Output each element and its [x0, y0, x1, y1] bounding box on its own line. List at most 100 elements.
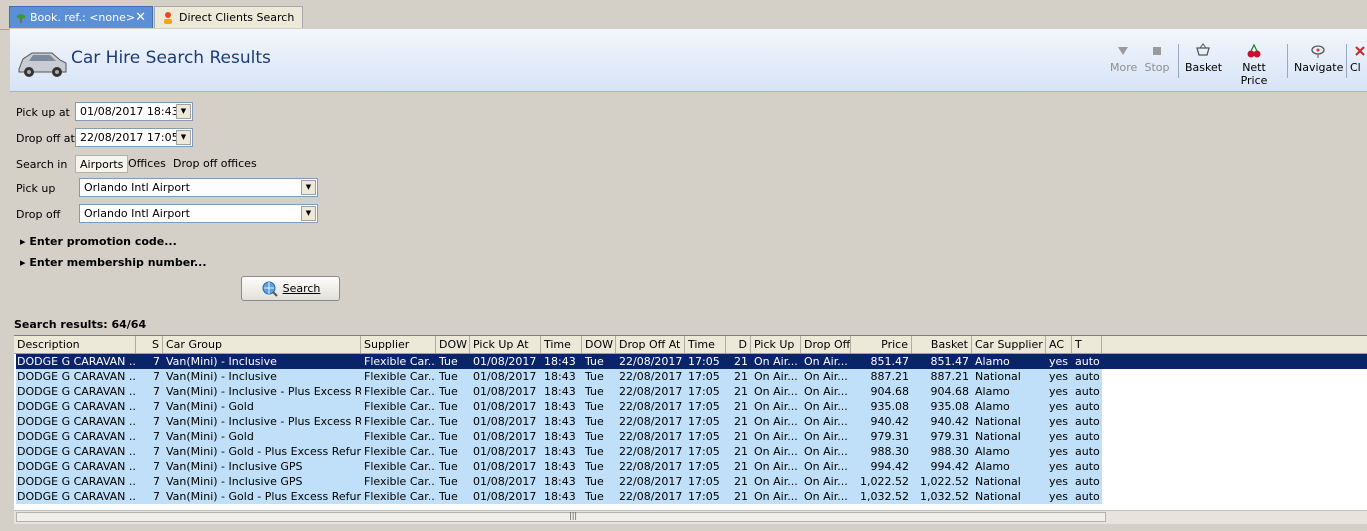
table-cell: Alamo [975, 445, 1010, 458]
table-cell: auto [1075, 370, 1100, 383]
table-cell: auto [1075, 430, 1100, 443]
table-cell: yes [1049, 460, 1069, 473]
basket-label: Basket [1185, 61, 1223, 74]
table-row[interactable]: DODGE G CARAVAN ... 7 Van(Mini) - Gold - P… [14, 444, 1367, 459]
dropoff-datetime-field[interactable]: 22/08/2017 17:05 ▼ [75, 128, 193, 147]
table-row[interactable]: DODGE G CARAVAN ... 7 Van(Mini) - Gold Flex… [14, 429, 1367, 444]
table-cell: Tue [439, 445, 458, 458]
column-header[interactable]: DOW [436, 336, 470, 353]
column-header[interactable]: Price [851, 336, 912, 353]
column-header[interactable]: AC [1046, 336, 1072, 353]
table-cell: 935.08 [870, 400, 910, 413]
stop-icon [1153, 47, 1161, 55]
table-row[interactable]: DODGE G CARAVAN ... 7 Van(Mini) - Inclusiv… [14, 414, 1367, 429]
table-cell: National [975, 430, 1021, 443]
table-cell: 01/08/2017 [473, 445, 537, 458]
table-cell: 21 [734, 430, 748, 443]
table-cell: Alamo [975, 385, 1010, 398]
stop-button[interactable]: Stop [1143, 43, 1171, 74]
chevron-down-icon[interactable]: ▼ [301, 206, 316, 221]
column-header[interactable]: D [726, 336, 751, 353]
column-header[interactable]: S [136, 336, 163, 353]
tab-direct-clients-search[interactable]: Direct Clients Search [154, 6, 303, 28]
column-header[interactable]: Pick Up [751, 336, 801, 353]
table-row[interactable]: DODGE G CARAVAN ... 7 Van(Mini) - Gold Flex… [14, 399, 1367, 414]
table-cell: 18:43 [544, 415, 576, 428]
table-cell: 01/08/2017 [473, 490, 537, 503]
column-header[interactable]: Car Supplier [972, 336, 1046, 353]
table-cell: 7 [153, 475, 160, 488]
search-in-airports[interactable]: Airports [75, 155, 129, 173]
membership-number-label: Enter membership number... [29, 256, 207, 269]
column-header[interactable]: Car Group [163, 336, 361, 353]
nett-price-label: Nett Price [1240, 61, 1268, 87]
pickup-location-select[interactable]: Orlando Intl Airport ▼ [79, 178, 318, 197]
search-in-dropoff-offices[interactable]: Drop off offices [169, 155, 261, 173]
search-button[interactable]: Search [241, 276, 340, 301]
pickup-datetime-field[interactable]: 01/08/2017 18:43 ▼ [75, 102, 193, 121]
search-in-offices[interactable]: Offices [124, 155, 170, 173]
navigate-label: Navigate [1294, 61, 1344, 74]
tab-booking-label: Book. ref.: <none> [30, 11, 136, 24]
table-row[interactable]: DODGE G CARAVAN ... 7 Van(Mini) - Inclusiv… [14, 369, 1367, 384]
table-cell: Flexible Car... [364, 355, 436, 368]
column-header[interactable]: Drop Off At [616, 336, 685, 353]
table-cell: DODGE G CARAVAN ... [17, 370, 136, 383]
table-cell: Van(Mini) - Inclusive [166, 355, 277, 368]
chevron-down-icon[interactable]: ▼ [176, 104, 191, 119]
membership-number-expander[interactable]: ▸ Enter membership number... [20, 256, 207, 269]
close-icon[interactable]: ✕ [135, 10, 146, 25]
table-cell: 994.42 [870, 460, 910, 473]
toolbar-separator [1287, 44, 1288, 78]
column-header[interactable]: Description [14, 336, 136, 353]
table-row[interactable]: DODGE G CARAVAN ... 7 Van(Mini) - Inclusiv… [14, 459, 1367, 474]
column-header[interactable]: Drop Off [801, 336, 851, 353]
table-cell: On Air... [754, 445, 798, 458]
table-row[interactable]: DODGE G CARAVAN ... 7 Van(Mini) - Gold - P… [14, 489, 1367, 504]
table-row[interactable]: DODGE G CARAVAN ... 7 Van(Mini) - Inclusiv… [14, 354, 1367, 369]
dropoff-location-select[interactable]: Orlando Intl Airport ▼ [79, 204, 318, 223]
column-header[interactable]: Basket [912, 336, 972, 353]
table-cell: Flexible Car... [364, 475, 436, 488]
basket-button[interactable]: Basket [1185, 43, 1223, 74]
table-cell: Tue [585, 445, 604, 458]
tab-booking[interactable]: Book. ref.: <none> ✕ [9, 6, 153, 28]
column-header[interactable]: Supplier [361, 336, 436, 353]
table-cell: 994.42 [930, 460, 970, 473]
column-header[interactable]: Time [685, 336, 726, 353]
table-cell: 17:05 [688, 490, 720, 503]
table-cell: 22/08/2017 [619, 430, 683, 443]
table-cell: DODGE G CARAVAN ... [17, 415, 136, 428]
column-header[interactable]: DOW [582, 336, 616, 353]
table-cell: DODGE G CARAVAN ... [17, 445, 136, 458]
column-header[interactable]: T [1072, 336, 1102, 353]
search-button-label: Search [282, 282, 321, 295]
table-row[interactable]: DODGE G CARAVAN ... 7 Van(Mini) - Inclusiv… [14, 474, 1367, 489]
column-header[interactable]: Pick Up At [470, 336, 541, 353]
table-cell: Tue [439, 400, 458, 413]
more-label: More [1110, 61, 1138, 74]
scrollbar-thumb[interactable] [16, 512, 1106, 522]
navigate-button[interactable]: Navigate [1294, 43, 1344, 74]
triangle-down-icon [1118, 47, 1128, 55]
table-cell: Tue [585, 385, 604, 398]
promotion-code-expander[interactable]: ▸ Enter promotion code... [20, 235, 177, 248]
table-row[interactable]: DODGE G CARAVAN ... 7 Van(Mini) - Inclusiv… [14, 384, 1367, 399]
table-cell: On Air... [804, 370, 848, 383]
nett-price-button[interactable]: Nett Price [1228, 43, 1280, 87]
table-cell: Alamo [975, 460, 1010, 473]
column-header[interactable]: Time [541, 336, 582, 353]
search-in-label: Search in [16, 158, 68, 171]
chevron-down-icon[interactable]: ▼ [301, 180, 316, 195]
table-cell: 887.21 [870, 370, 910, 383]
horizontal-scrollbar[interactable]: ||| [14, 510, 1367, 524]
table-cell: 21 [734, 385, 748, 398]
more-button[interactable]: More [1110, 43, 1138, 74]
chevron-down-icon[interactable]: ▼ [176, 130, 191, 145]
table-cell: On Air... [754, 370, 798, 383]
table-cell: DODGE G CARAVAN ... [17, 385, 136, 398]
close-toolbar-button[interactable]: Cl [1350, 43, 1367, 74]
table-cell: 17:05 [688, 430, 720, 443]
table-cell: 18:43 [544, 490, 576, 503]
toolbar-separator [1346, 44, 1347, 78]
